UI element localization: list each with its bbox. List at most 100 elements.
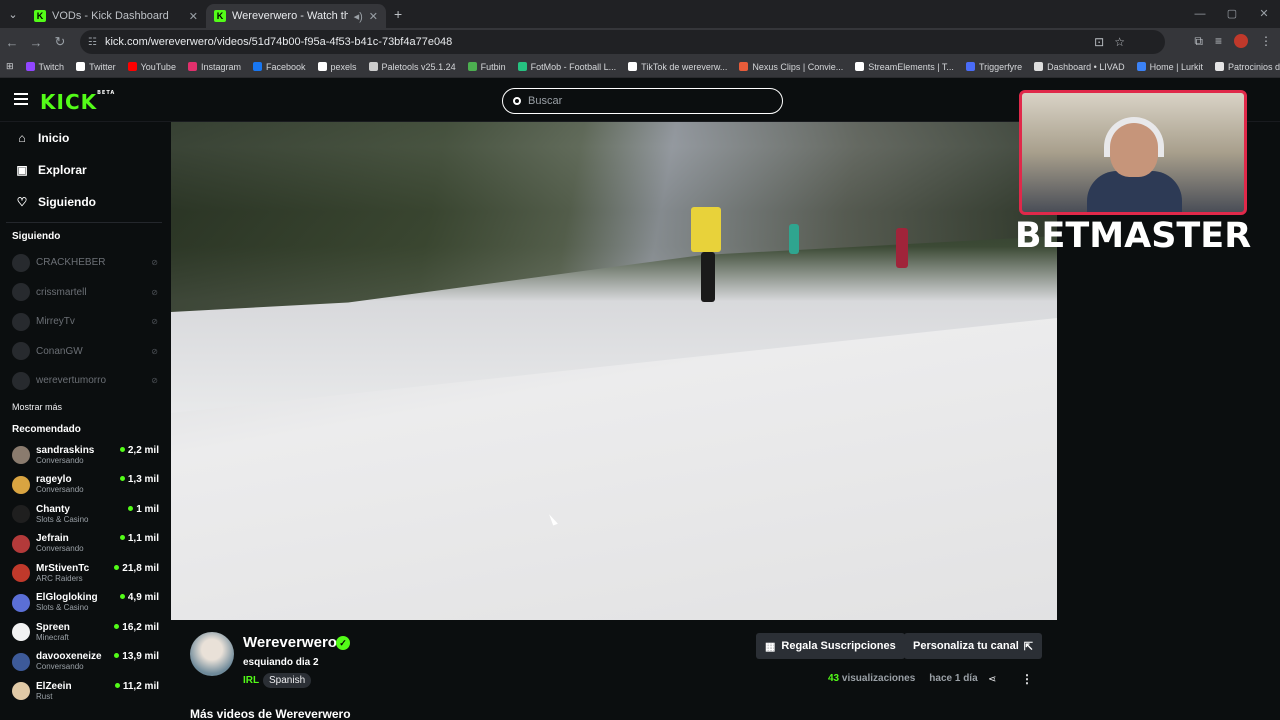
gift-subscriptions-button[interactable]: ▦ Regala Suscripciones [756,633,905,659]
hamburger-menu-icon[interactable] [14,93,28,105]
language-tag[interactable]: Spanish [263,673,312,688]
following-section-title: Siguiendo [12,231,61,242]
avatar [12,475,30,494]
channel-avatar[interactable] [190,632,234,676]
bookmark-item[interactable]: Twitch [25,62,64,72]
following-item[interactable]: werevertumorro ⊘ [0,366,168,396]
bookmark-star-icon[interactable]: ☆ [1114,35,1125,49]
bookmark-item[interactable]: Twitter [76,62,116,72]
bookmark-item[interactable]: YouTube [127,62,176,72]
site-info-icon[interactable]: ☷ [88,37,97,48]
bookmark-item[interactable]: Facebook [252,62,306,72]
recommended-item[interactable]: davooxeneize Conversando 13,9 mil [0,647,168,677]
avatar [12,593,30,612]
new-tab-button[interactable]: + [394,6,402,22]
streamer-body [1087,171,1182,212]
bookmark-item[interactable]: TikTok de wereverw... [628,62,727,72]
recommended-item[interactable]: Chanty Slots & Casino 1 mil [0,500,168,530]
show-more-link[interactable]: Mostrar más [0,402,168,412]
heart-icon: ♡ [16,195,28,209]
skier-figure [896,228,908,268]
back-icon[interactable]: ← [0,35,24,50]
tab-title: Wereverwero - Watch the V [232,10,348,22]
tab-title: VODs - Kick Dashboard [52,10,169,22]
recommended-item[interactable]: rageylo Conversando 1,3 mil [0,470,168,500]
audio-icon[interactable]: ◂) [354,10,363,23]
apps-grid-icon[interactable]: ⊞ [6,61,14,72]
recommended-item[interactable]: Spreen Minecraft 16,2 mil [0,618,168,648]
avatar [12,446,30,465]
bookmark-item[interactable]: Home | Lurkit [1136,62,1203,72]
customize-channel-button[interactable]: Personaliza tu canal ⇱ [904,633,1042,659]
avatar [12,505,30,524]
following-item[interactable]: ConanGW ⊘ [0,337,168,367]
share-icon[interactable]: ⋖ [988,674,996,685]
video-player[interactable] [171,122,1057,620]
recommended-item[interactable]: ElGlogloking Slots & Casino 4,9 mil [0,588,168,618]
following-item[interactable]: MirreyTv ⊘ [0,307,168,337]
minimize-icon[interactable]: — [1184,0,1216,28]
offline-icon: ⊘ [151,317,158,327]
video-frame-trees [171,122,1057,312]
kick-favicon-icon: K [214,10,226,22]
maximize-icon[interactable]: ▢ [1216,0,1248,28]
menu-kebab-icon[interactable]: ⋮ [1260,34,1272,49]
recommended-item[interactable]: ElZeein Rust 11,2 mil [0,677,168,707]
home-icon: ⌂ [18,131,26,145]
video-stats: 43 visualizaciones hace 1 día [828,673,978,684]
beta-badge: BETA [97,90,116,96]
translate-icon[interactable]: ⊡ [1094,35,1104,49]
forward-icon[interactable]: → [24,35,48,50]
bookmark-item[interactable]: Futbin [467,62,506,72]
recommended-item[interactable]: MrStivenTc ARC Raiders 21,8 mil [0,559,168,589]
channel-name[interactable]: Wereverwero [243,634,337,651]
close-tab-icon[interactable]: ✕ [189,10,198,23]
bookmark-item[interactable]: Patrocinios disponib... [1215,62,1280,72]
close-tab-icon[interactable]: ✕ [369,10,378,23]
search-placeholder: Buscar [528,95,563,107]
bookmark-item[interactable]: Dashboard • LIVAD [1034,62,1125,72]
offline-icon: ⊘ [151,376,158,386]
recommended-item[interactable]: sandraskins Conversando 2,2 mil [0,441,168,471]
search-input[interactable]: Buscar [502,88,783,114]
bookmark-item[interactable]: StreamElements | T... [855,62,954,72]
tab-kick-dashboard[interactable]: K VODs - Kick Dashboard ✕ [26,4,206,28]
address-bar[interactable]: ☷ kick.com/wereverwero/videos/51d74b00-f… [80,30,1165,54]
browser-toolbar: ← → ↻ ☷ kick.com/wereverwero/videos/51d7… [0,28,1280,56]
window-controls: — ▢ ✕ [1184,0,1280,28]
compass-icon: ▣ [16,163,28,177]
bookmark-item[interactable]: Instagram [187,62,241,72]
avatar [12,682,30,701]
viewer-count: 21,8 mil [114,563,159,574]
bookmark-item[interactable]: pexels [317,62,357,72]
sponsor-logo: BETMASTER [1014,216,1252,256]
following-item[interactable]: CRACKHEBER ⊘ [0,248,168,278]
tab-search-icon[interactable]: ⌄ [0,0,26,28]
avatar [12,623,30,642]
bookmark-item[interactable]: Nexus Clips | Convie... [739,62,843,72]
close-window-icon[interactable]: ✕ [1248,0,1280,28]
sidebar: ⌂ Inicio ▣ Explorar ♡ Siguiendo Siguiendo C… [0,122,168,720]
skier-figure [691,207,721,252]
nav-siguiendo[interactable]: ♡ Siguiendo [0,186,168,218]
reload-icon[interactable]: ↻ [48,34,72,50]
following-item[interactable]: crissmartell ⊘ [0,278,168,308]
more-options-icon[interactable]: ⋮ [1021,672,1033,686]
category-link[interactable]: IRL [243,675,259,686]
nav-explorar[interactable]: ▣ Explorar [0,154,168,186]
profile-avatar[interactable] [1234,34,1248,48]
recommended-item[interactable]: Jefrain Conversando 1,1 mil [0,529,168,559]
tab-wereverwero[interactable]: K Wereverwero - Watch the V ◂) ✕ [206,4,386,28]
media-icon[interactable]: ≡ [1215,34,1222,49]
nav-inicio[interactable]: ⌂ Inicio [0,122,168,154]
gift-icon: ▦ [765,640,776,653]
kick-logo[interactable]: KICKBETA [40,90,115,114]
offline-icon: ⊘ [151,258,158,268]
bookmark-item[interactable]: Paletools v25.1.24 [368,62,456,72]
browser-tabstrip: ⌄ K VODs - Kick Dashboard ✕ K Wereverwer… [0,0,1280,28]
offline-icon: ⊘ [151,287,158,297]
bookmark-item[interactable]: Triggerfyre [965,62,1022,72]
extensions-icon[interactable]: ⧉ [1194,34,1203,49]
avatar [12,342,30,361]
bookmark-item[interactable]: FotMob - Football L... [517,62,616,72]
